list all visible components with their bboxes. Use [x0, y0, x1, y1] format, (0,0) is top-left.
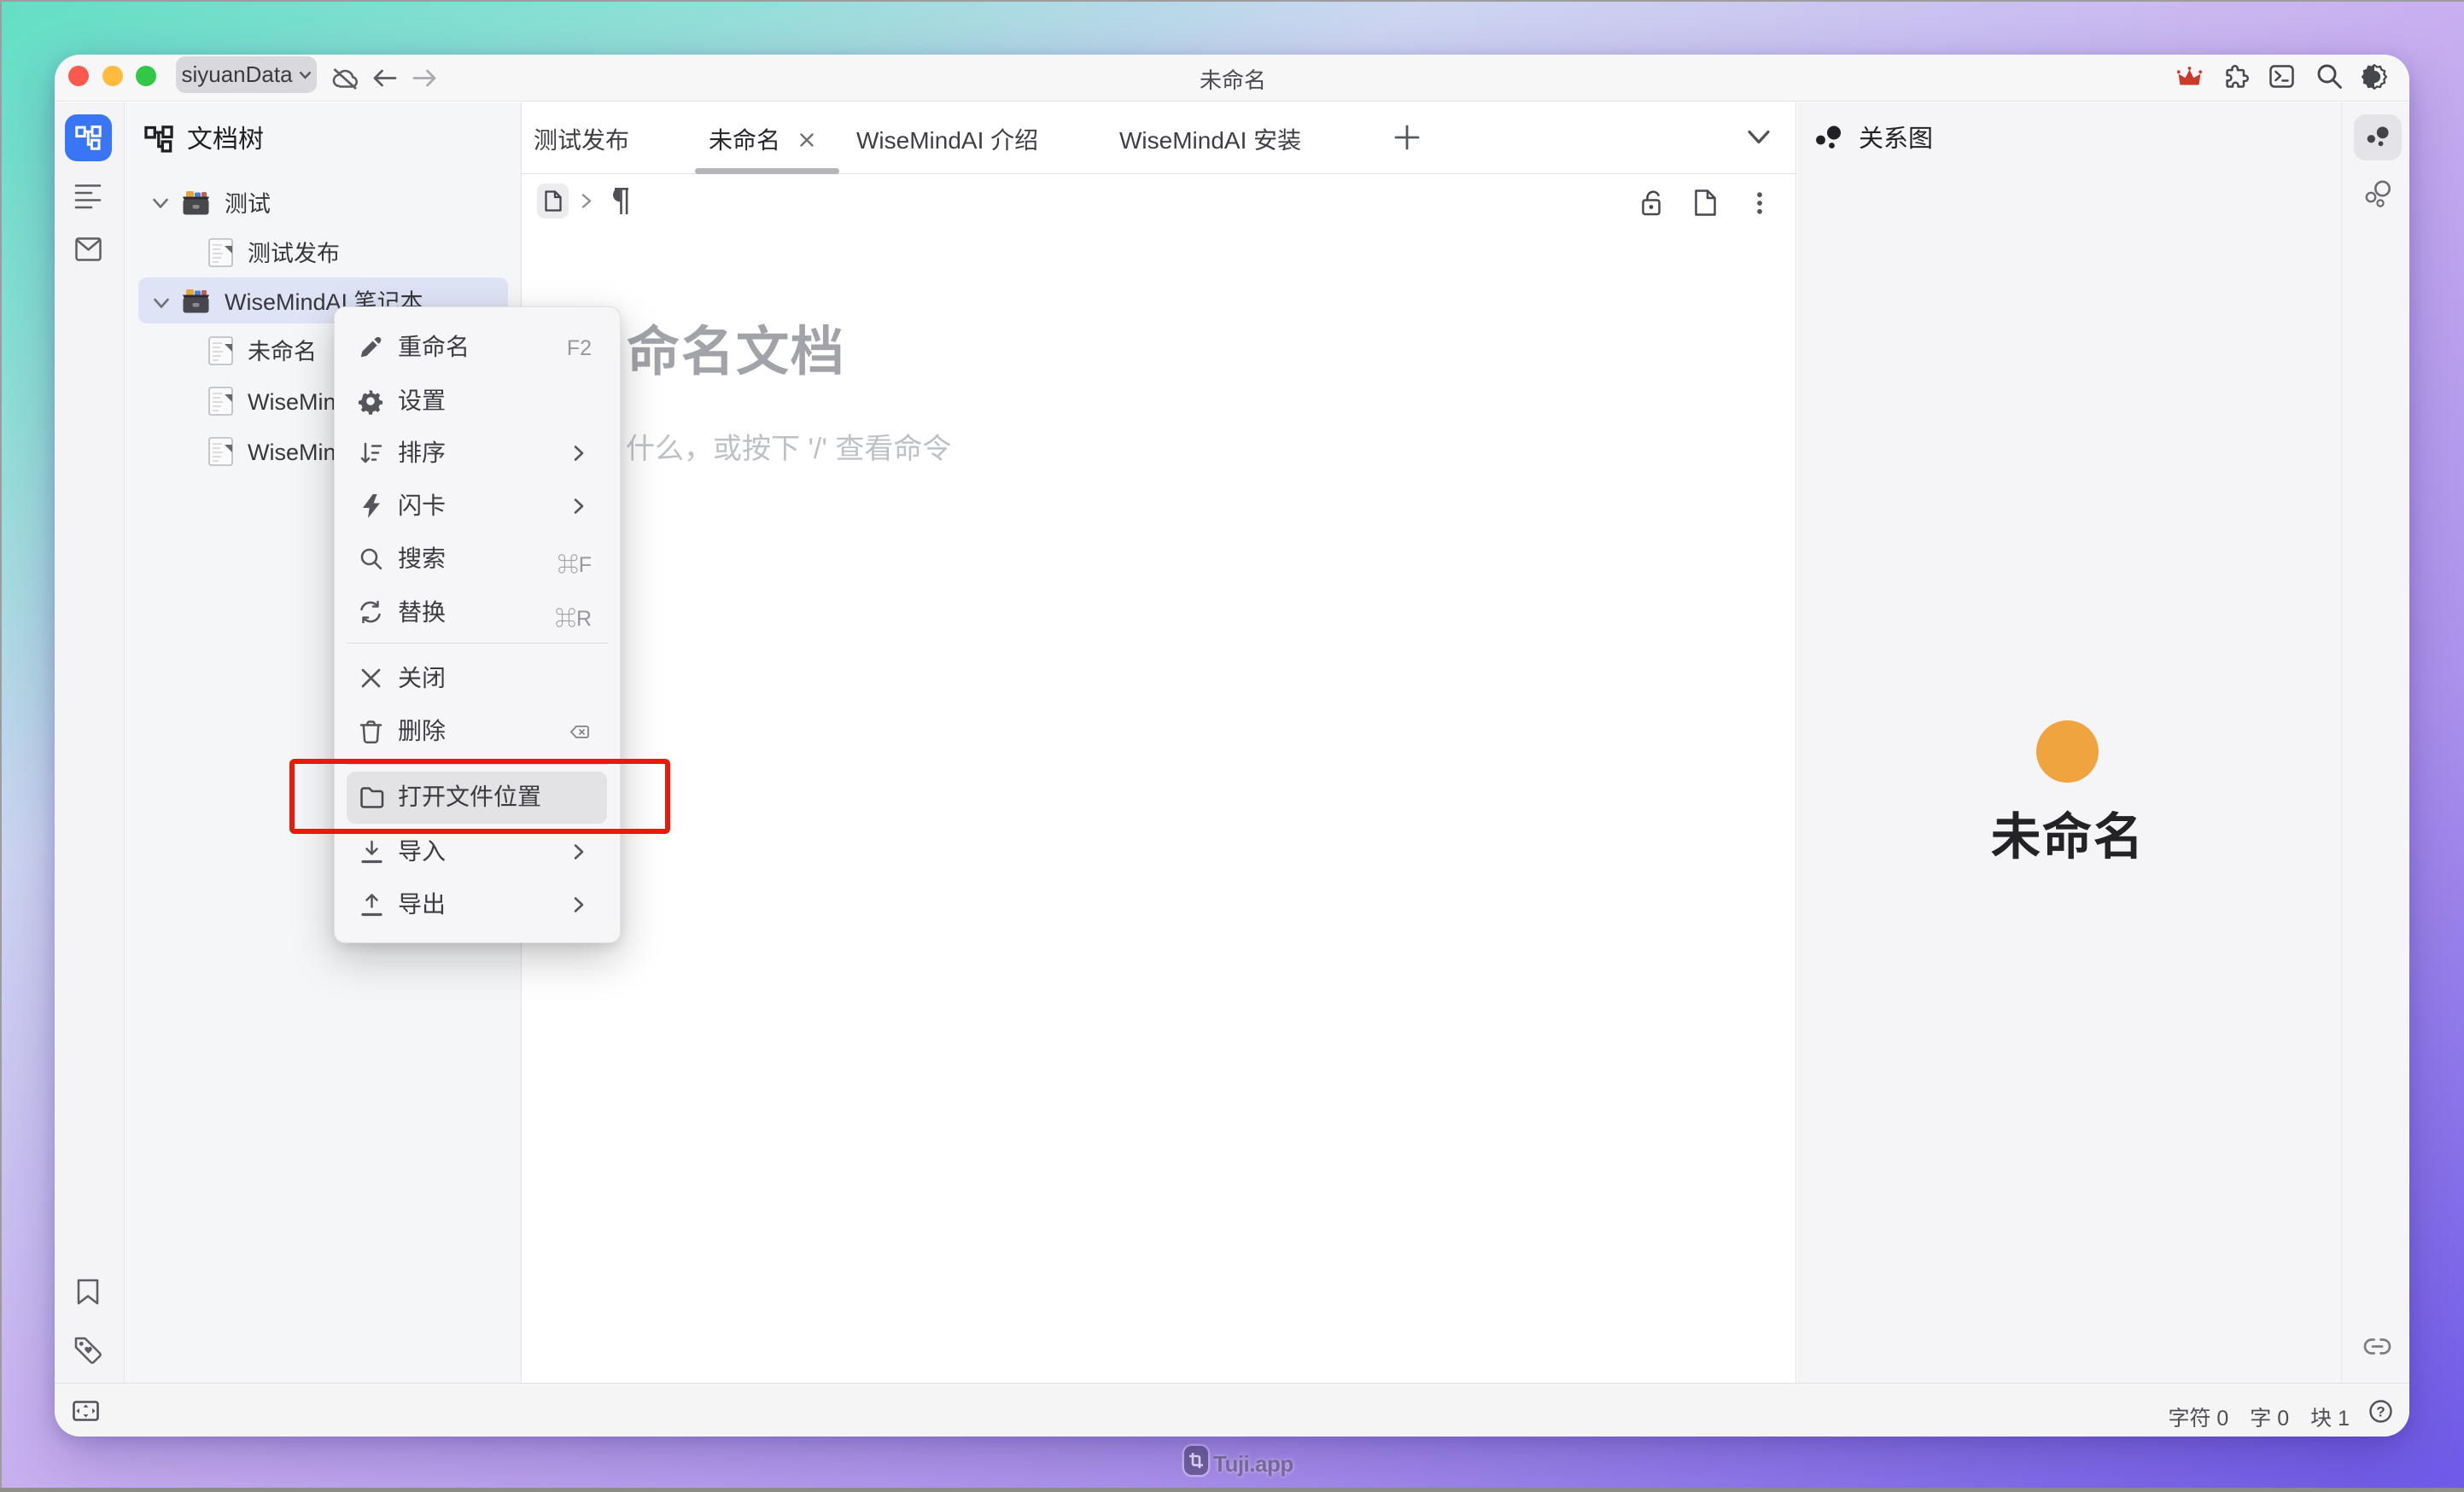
svg-text:?: ?: [2376, 1404, 2385, 1420]
